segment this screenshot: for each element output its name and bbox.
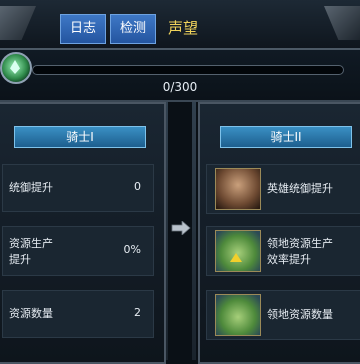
top-bar: 日志 检测 声望 — [0, 0, 360, 50]
reputation-bar-area — [0, 50, 360, 102]
row-label: 统御提升 — [9, 181, 53, 194]
tab-log[interactable]: 日志 — [60, 14, 106, 44]
gem-shine — [10, 60, 20, 74]
list-item: 英雄统御提升 — [206, 164, 360, 214]
row-label: 资源数量 — [9, 307, 53, 320]
row-label-line2: 效率提升 — [267, 253, 311, 266]
next-rank-panel: 骑士II 英雄统御提升 领地资源生产 效率提升 领地资源数量 — [198, 102, 360, 364]
current-rank-title: 骑士I — [14, 126, 146, 148]
arrow-right-icon — [171, 221, 191, 235]
frame-ornament-right — [324, 6, 360, 40]
territory-resource-icon — [215, 230, 261, 272]
row-label: 资源生产 — [9, 237, 53, 250]
frame-ornament-left — [0, 6, 36, 40]
row-label: 领地资源数量 — [267, 308, 333, 321]
tab-detect[interactable]: 检测 — [110, 14, 156, 44]
row-label: 领地资源生产 — [267, 237, 333, 250]
row-label-line2: 提升 — [9, 253, 31, 266]
row-value: 0% — [123, 243, 141, 256]
current-rank-panel: 骑士I 统御提升 0 资源生产 提升 0% 资源数量 2 — [0, 102, 166, 364]
territory-land-icon — [215, 294, 261, 336]
row-value: 0 — [134, 180, 141, 193]
row-value: 2 — [134, 306, 141, 319]
reputation-progress-bar — [32, 65, 344, 75]
row-label: 英雄统御提升 — [267, 182, 333, 195]
list-item: 资源数量 2 — [2, 290, 154, 338]
hero-portrait-icon — [215, 168, 261, 210]
progress-label: 0/300 — [162, 80, 198, 94]
arrow-up-icon — [230, 253, 242, 262]
list-item: 统御提升 0 — [2, 164, 154, 212]
list-item: 资源生产 提升 0% — [2, 226, 154, 276]
page-title: 声望 — [168, 19, 199, 37]
next-rank-title: 骑士II — [220, 126, 352, 148]
list-item: 领地资源生产 效率提升 — [206, 226, 360, 276]
list-item: 领地资源数量 — [206, 290, 360, 340]
panel-divider-right — [192, 102, 196, 360]
